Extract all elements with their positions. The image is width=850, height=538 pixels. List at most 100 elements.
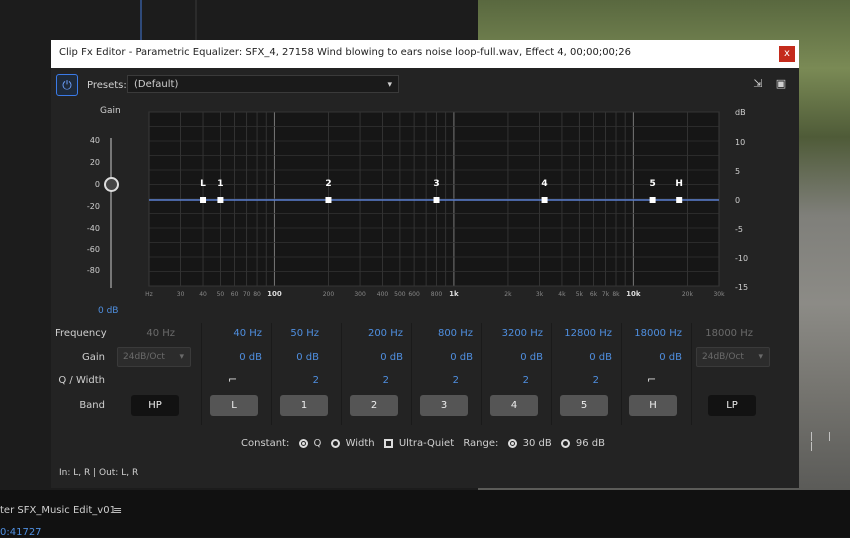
band-3-button[interactable]: 3 [420,395,468,416]
gain-tick-label: -80 [86,266,100,275]
window-titlebar[interactable]: Clip Fx Editor - Parametric Equalizer: S… [51,40,799,68]
band-h-frequency[interactable]: 18000 Hz [622,328,682,339]
freq-tick-label: 8k [612,291,620,296]
ultra-quiet-checkbox[interactable] [383,439,393,448]
freq-tick-label: 100 [267,290,282,296]
timeline-panel [0,490,850,537]
band-1-q[interactable]: 2 [259,375,319,386]
band-marker-handle [541,197,548,203]
column-divider [691,323,692,425]
window-title: Clip Fx Editor - Parametric Equalizer: S… [59,47,632,58]
freq-tick-label: 400 [377,291,389,296]
gain-slider-track[interactable] [110,138,112,288]
band-l-gain[interactable]: 0 dB [202,352,262,363]
band-5-frequency[interactable]: 12800 Hz [552,328,612,339]
band-3-frequency[interactable]: 800 Hz [413,328,473,339]
band-marker-label: 1 [217,179,223,189]
band-row-label: Band [79,400,105,411]
hp-frequency[interactable]: 40 Hz [115,328,175,339]
band-2-frequency[interactable]: 200 Hz [343,328,403,339]
ultra-quiet-label: Ultra-Quiet [398,438,455,449]
band-marker-handle [676,197,683,203]
freq-tick-label: 30k [713,291,725,296]
band-2-gain[interactable]: 0 dB [343,352,403,363]
band-4-button[interactable]: 4 [490,395,538,416]
eq-graph[interactable]: Hz 30 40 50 60 70 80 100 200 300 400 500 600 800 1k 2k 3… [144,106,734,296]
range-96db-radio[interactable] [560,439,570,448]
band-5-button[interactable]: 5 [560,395,608,416]
band-h-button[interactable]: H [629,395,677,416]
io-routing: In: L, R | Out: L, R [59,468,139,478]
hp-band-button[interactable]: HP [131,395,179,416]
freq-tick-label: 30 [177,291,185,296]
options-bar: Constant: Q Width Ultra-Quiet Range: 30 … [241,438,611,449]
high-shelf-curve-icon[interactable]: ⌐ [647,373,656,386]
gain-tick-label: -20 [86,202,100,211]
band-5-gain[interactable]: 0 dB [552,352,612,363]
band-5-q[interactable]: 2 [539,375,599,386]
band-2-button[interactable]: 2 [350,395,398,416]
freq-tick-label: 200 [323,291,335,296]
right-axis-unit: dB [735,108,746,117]
constant-width-label: Width [345,438,375,449]
band-1-frequency[interactable]: 50 Hz [259,328,319,339]
band-3-gain[interactable]: 0 dB [413,352,473,363]
range-96db-label: 96 dB [575,438,606,449]
constant-q-radio[interactable] [298,439,308,448]
sequence-name[interactable]: ter SFX_Music Edit_v01 [0,505,116,516]
band-3-q[interactable]: 2 [399,375,459,386]
column-divider [481,323,482,425]
freq-tick-label: 800 [431,291,443,296]
presets-label: Presets: [87,80,127,91]
chevron-down-icon: ▾ [758,352,763,362]
gain-slider-title: Gain [100,106,121,116]
band-4-q[interactable]: 2 [469,375,529,386]
freq-tick-label: 7k [602,291,610,296]
chevron-down-icon: ▾ [179,352,184,362]
presets-options-icon[interactable]: ⇲ [752,78,764,90]
freq-tick-label: 500 [394,291,406,296]
freq-tick-label: 1k [449,290,459,296]
panel-menu-icon[interactable]: ≡ [113,504,122,517]
lp-slope-dropdown[interactable]: 24dB/Oct ▾ [696,347,770,367]
equalizer-panel: ⏻ Presets: (Default) ▾ ⇲ ▣ Gain 40 20 0 … [51,68,799,488]
freq-tick-label: 10k [626,290,641,296]
background-divider [195,0,197,40]
freq-tick-label: 2k [504,291,512,296]
presets-value: (Default) [134,79,179,90]
band-marker-label: H [675,179,683,189]
band-l-frequency[interactable]: 40 Hz [202,328,262,339]
lp-frequency[interactable]: 18000 Hz [693,328,753,339]
band-l-button[interactable]: L [210,395,258,416]
q-width-row-label: Q / Width [58,375,105,386]
power-toggle-button[interactable]: ⏻ [56,74,78,96]
band-h-gain[interactable]: 0 dB [622,352,682,363]
band-2-q[interactable]: 2 [329,375,389,386]
range-30db-radio[interactable] [507,439,517,448]
lp-slope-value: 24dB/Oct [702,352,744,362]
band-4-frequency[interactable]: 3200 Hz [483,328,543,339]
hp-slope-dropdown[interactable]: 24dB/Oct ▾ [117,347,191,367]
freq-tick-label: 60 [231,291,239,296]
low-shelf-curve-icon[interactable]: ⌐ [228,373,237,386]
close-button[interactable]: x [779,46,795,62]
freq-tick-label: 20k [682,291,694,296]
frequency-row-label: Frequency [55,328,107,339]
band-marker-handle [649,197,656,203]
band-1-gain[interactable]: 0 dB [259,352,319,363]
lp-band-button[interactable]: LP [708,395,756,416]
presets-dropdown[interactable]: (Default) ▾ [127,75,399,93]
band-marker-label: 2 [325,179,331,189]
constant-q-label: Q [313,438,322,449]
freq-tick-label: 6k [590,291,598,296]
band-marker-handle [217,197,224,203]
save-preset-icon[interactable]: ▣ [775,78,787,90]
right-axis-label: 0 [735,196,741,205]
band-4-gain[interactable]: 0 dB [483,352,543,363]
constant-width-radio[interactable] [330,439,340,448]
gain-value[interactable]: 0 dB [98,306,118,316]
band-1-button[interactable]: 1 [280,395,328,416]
freq-tick-label: 5k [576,291,584,296]
gain-slider-thumb[interactable] [104,177,119,192]
band-marker-handle [200,197,207,203]
